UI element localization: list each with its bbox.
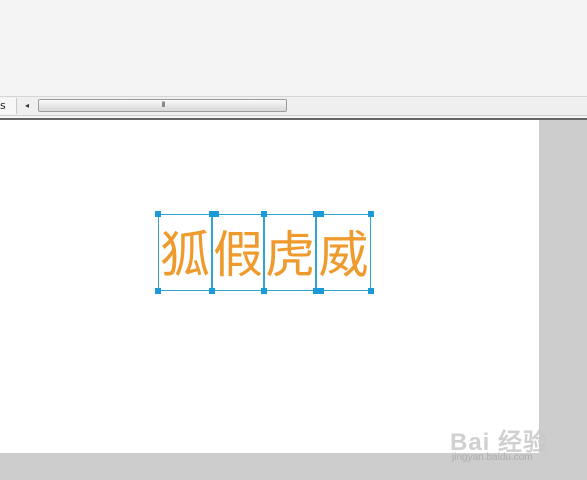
frame-character: 狐 [160, 225, 210, 284]
panel-tab-stub[interactable]: s [0, 98, 17, 114]
selection-handle[interactable] [213, 211, 219, 217]
horizontal-scrollbar[interactable]: s ◂ lll [0, 96, 587, 116]
frame-character: 虎 [265, 225, 315, 284]
frame-character: 威 [318, 225, 369, 284]
selection-handle[interactable] [261, 288, 267, 294]
selection-handle[interactable] [368, 288, 374, 294]
text-frame-4[interactable]: 威 [316, 214, 371, 291]
scrollbar-thumb[interactable]: lll [38, 99, 287, 112]
watermark-url: jingyan.baidu.com [452, 452, 533, 463]
scroll-left-arrow-icon[interactable]: ◂ [22, 101, 32, 111]
selection-handle[interactable] [209, 288, 215, 294]
selection-handle[interactable] [261, 211, 267, 217]
grip-icon: lll [161, 101, 166, 109]
toolbar-area [0, 0, 587, 96]
text-frame-3[interactable]: 虎 [264, 214, 316, 291]
selection-handle[interactable] [155, 211, 161, 217]
text-frame-1[interactable]: 狐 [158, 214, 212, 291]
selection-handle[interactable] [155, 288, 161, 294]
text-frame-2[interactable]: 假 [212, 214, 264, 291]
selection-handle[interactable] [318, 288, 324, 294]
selection-handle[interactable] [318, 211, 324, 217]
frame-character: 假 [213, 225, 263, 284]
selection-handle[interactable] [368, 211, 374, 217]
watermark: Bai 经验 jingyan.baidu.com [450, 420, 580, 470]
